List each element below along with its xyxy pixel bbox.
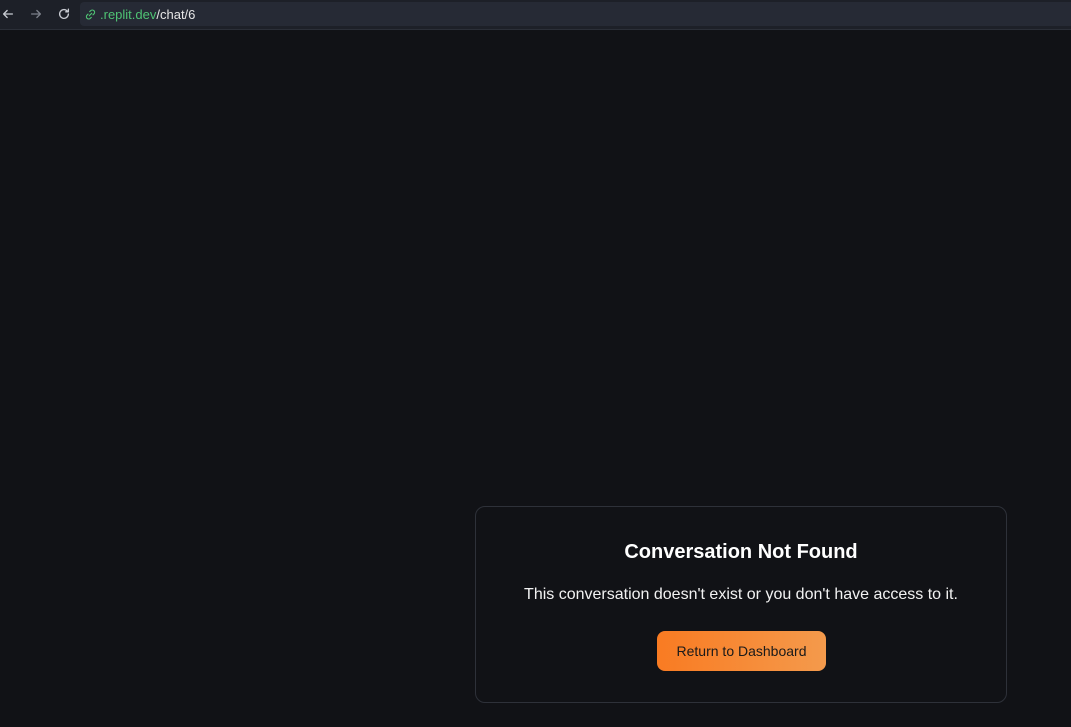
- link-icon: [84, 8, 97, 21]
- reload-icon: [57, 7, 71, 21]
- back-button[interactable]: [0, 3, 19, 25]
- arrow-right-icon: [29, 7, 43, 21]
- card-message: This conversation doesn't exist or you d…: [524, 586, 958, 603]
- url-host: .replit.dev: [100, 6, 157, 22]
- arrow-left-icon: [1, 7, 15, 21]
- browser-toolbar: .replit.dev/chat/6: [0, 0, 1071, 30]
- address-bar[interactable]: .replit.dev/chat/6: [80, 2, 1071, 26]
- url-path: /chat/6: [156, 6, 196, 22]
- not-found-card: Conversation Not Found This conversation…: [475, 506, 1007, 703]
- card-title: Conversation Not Found: [624, 541, 858, 563]
- return-to-dashboard-button[interactable]: Return to Dashboard: [657, 631, 826, 671]
- reload-button[interactable]: [53, 3, 75, 25]
- forward-button[interactable]: [25, 3, 47, 25]
